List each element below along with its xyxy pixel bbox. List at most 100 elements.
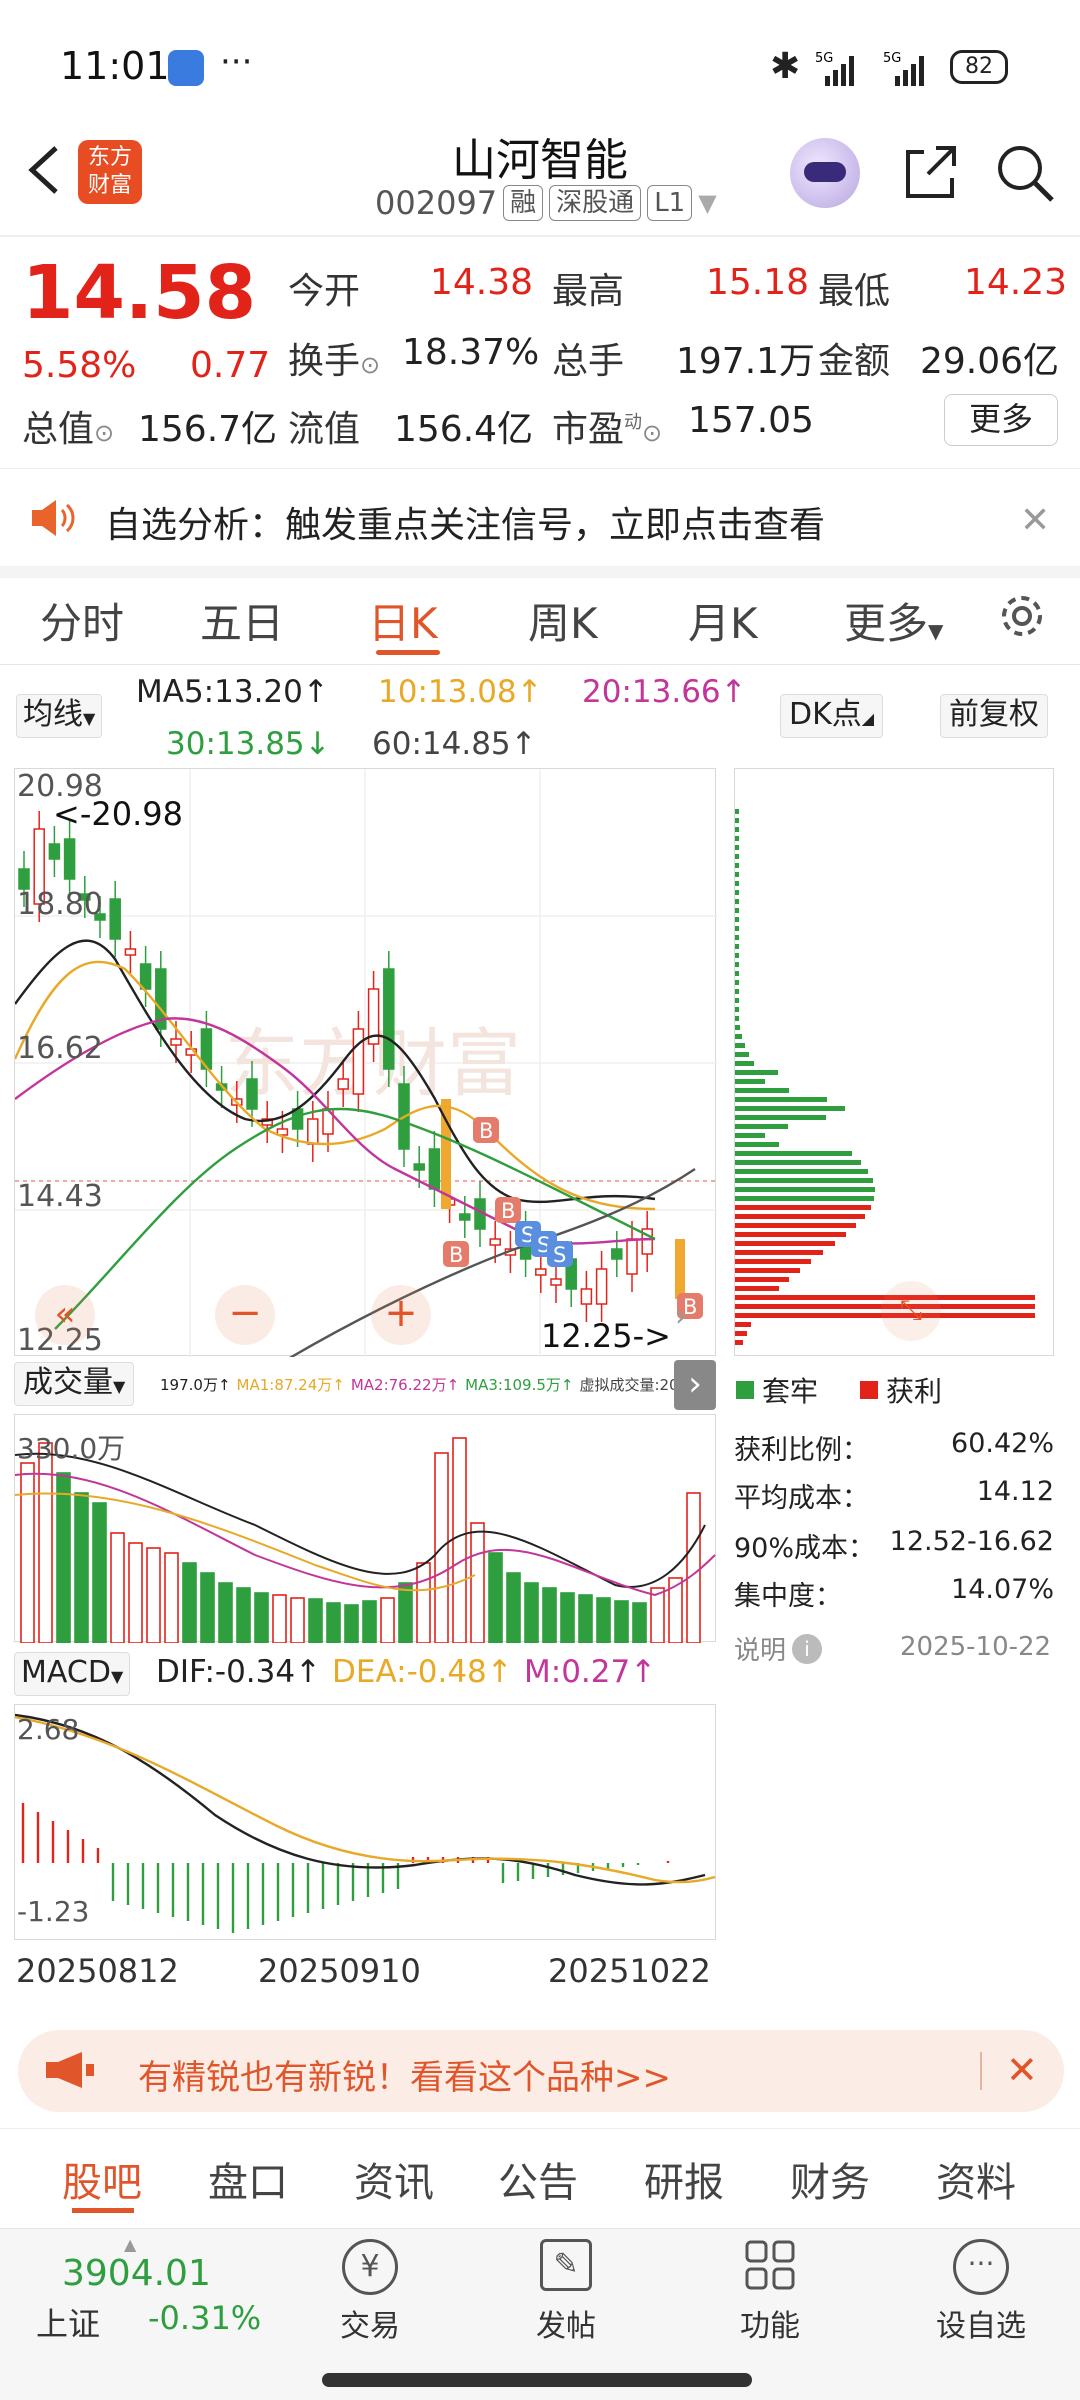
expand-icon[interactable]: › (675, 1299, 687, 1334)
subtab-guba[interactable]: 股吧 (62, 2150, 142, 2208)
close-icon[interactable]: ✕ (1006, 2048, 1038, 2092)
post-button[interactable]: ✎ 发帖 (516, 2239, 616, 2345)
adjust-button[interactable]: 前复权 (940, 694, 1048, 738)
quote-field-open: 今开 (288, 271, 361, 312)
grid-icon (744, 2239, 796, 2291)
ma5-value: MA5:13.20↑ (136, 674, 329, 710)
chip-bar (735, 1286, 779, 1291)
volume-bar (614, 1600, 629, 1644)
info-icon[interactable]: ⊙ (642, 419, 662, 447)
more-button[interactable]: 更多 (944, 394, 1058, 446)
volume-bar (272, 1594, 287, 1644)
tab-weekly-k[interactable]: 周K (528, 590, 598, 651)
chip-bar (735, 1268, 800, 1273)
subtab-active-indicator (72, 2208, 134, 2213)
dropdown-icon[interactable]: ▼ (698, 189, 716, 217)
candle (595, 1268, 608, 1305)
quote-field-mktcap: 总值⊙ (22, 409, 115, 450)
subtab-research[interactable]: 研报 (644, 2150, 724, 2208)
chip-note[interactable]: 说明 i (734, 1630, 823, 1667)
edit-icon: ✎ (540, 2239, 592, 2291)
chip-bar (735, 1214, 865, 1219)
volume-bar (470, 1522, 485, 1644)
quote-value-amount: 29.06亿 (920, 341, 1060, 382)
candle (139, 963, 152, 990)
chip-bar (735, 998, 739, 1003)
tab-more[interactable]: 更多▼ (844, 590, 943, 651)
tab-daily-k[interactable]: 日K (368, 590, 438, 651)
close-icon[interactable]: ✕ (1020, 500, 1050, 541)
chip-bar (735, 863, 739, 868)
volume-selector[interactable]: 成交量▼ (14, 1362, 135, 1406)
subtab-finance[interactable]: 财务 (790, 2150, 870, 2208)
collapse-panel-icon[interactable]: › (674, 1360, 716, 1410)
chip-bar (735, 1106, 845, 1111)
scroll-left-icon[interactable]: « (35, 1285, 95, 1345)
index-value[interactable]: 3904.01 (62, 2253, 211, 2294)
candle (246, 1078, 258, 1110)
promo-banner[interactable]: 有精锐也有新锐！看看这个品种>> ✕ (18, 2030, 1064, 2112)
chip-bar (735, 1232, 846, 1237)
quote-value-low: 14.23 (964, 262, 1068, 303)
volume-bar (254, 1592, 269, 1644)
chip-bar (735, 1079, 765, 1084)
home-indicator[interactable] (322, 2373, 752, 2387)
add-watchlist-button[interactable]: ··· 设自选 (926, 2239, 1036, 2345)
settings-gear-icon[interactable] (996, 590, 1048, 642)
subtab-announce[interactable]: 公告 (498, 2150, 578, 2208)
quote-field-pe: 市盈动⊙ (552, 409, 663, 450)
info-icon[interactable]: ⊙ (360, 351, 380, 379)
volume-bar (488, 1552, 503, 1644)
notice-bar[interactable]: 自选分析：触发重点关注信号，立即点击查看 ✕ (0, 470, 1080, 565)
volume-bar (20, 1462, 35, 1644)
app-notify-icon (168, 50, 204, 86)
price-axis-label: 14.43 (17, 1179, 103, 1214)
chip-bar (735, 1160, 861, 1165)
subtab-profile[interactable]: 资料 (936, 2150, 1016, 2208)
stock-code: 002097 (375, 184, 498, 222)
chip-bar (735, 1052, 749, 1057)
macd-selector[interactable]: MACD▼ (14, 1652, 131, 1696)
volume-bar (524, 1582, 539, 1644)
bluetooth-icon: ✱ (770, 46, 801, 87)
chip-bar (735, 845, 739, 850)
up-arrow-icon: ▲ (124, 2235, 137, 2254)
ma30-value: 30:13.85↓ (166, 726, 331, 762)
svg-text:S: S (553, 1243, 566, 1267)
ma60-value: 60:14.85↑ (372, 726, 537, 762)
volume-bar (506, 1572, 521, 1644)
dk-point-button[interactable]: DK点◢ (780, 694, 884, 738)
robot-assistant-icon[interactable] (790, 138, 860, 208)
tab-intraday[interactable]: 分时 (40, 590, 124, 651)
candle (611, 1248, 623, 1260)
kline-panel[interactable]: 东方财富 B B B B S S S 20.98 18.80 16.62 14.… (13, 768, 717, 1381)
chip-bar (735, 1061, 754, 1066)
chip-distribution-chart (735, 809, 1035, 1345)
macd-dea-line (14, 1715, 716, 1884)
functions-button[interactable]: 功能 (720, 2239, 820, 2345)
subtab-news[interactable]: 资讯 (354, 2150, 434, 2208)
quote-value-turnover: 18.37% (402, 332, 540, 373)
tab-monthly-k[interactable]: 月K (688, 590, 758, 651)
chip-toggle-icon[interactable]: ⤡ (881, 1281, 941, 1341)
chip-bar (735, 971, 739, 976)
subtab-pankou[interactable]: 盘口 (208, 2150, 288, 2208)
chip-bar (735, 899, 739, 904)
bottom-bar: ▲ 3904.01 上证 -0.31% ¥ 交易 ✎ 发帖 功能 ··· 设自选 (0, 2228, 1080, 2400)
zoom-out-icon[interactable]: − (215, 1285, 275, 1345)
date-label: 20251022 (548, 1952, 711, 1990)
chip-bar (735, 1196, 874, 1201)
trade-button[interactable]: ¥ 交易 (320, 2239, 420, 2345)
more-dots-icon: ··· (953, 2239, 1009, 2295)
macd-dif: DIF:-0.34↑ (156, 1654, 322, 1690)
share-icon[interactable] (900, 142, 960, 202)
tab-5day[interactable]: 五日 (200, 590, 284, 651)
ma-selector[interactable]: 均线▼ (16, 694, 103, 738)
info-icon[interactable]: ⊙ (94, 419, 114, 447)
search-icon[interactable] (994, 142, 1058, 206)
zoom-in-icon[interactable]: + (371, 1285, 431, 1345)
chip-bar (735, 1142, 779, 1147)
chip-bar (735, 1241, 835, 1246)
quote-value-high: 15.18 (706, 262, 810, 303)
quote-field-volume: 总手 (552, 341, 625, 382)
